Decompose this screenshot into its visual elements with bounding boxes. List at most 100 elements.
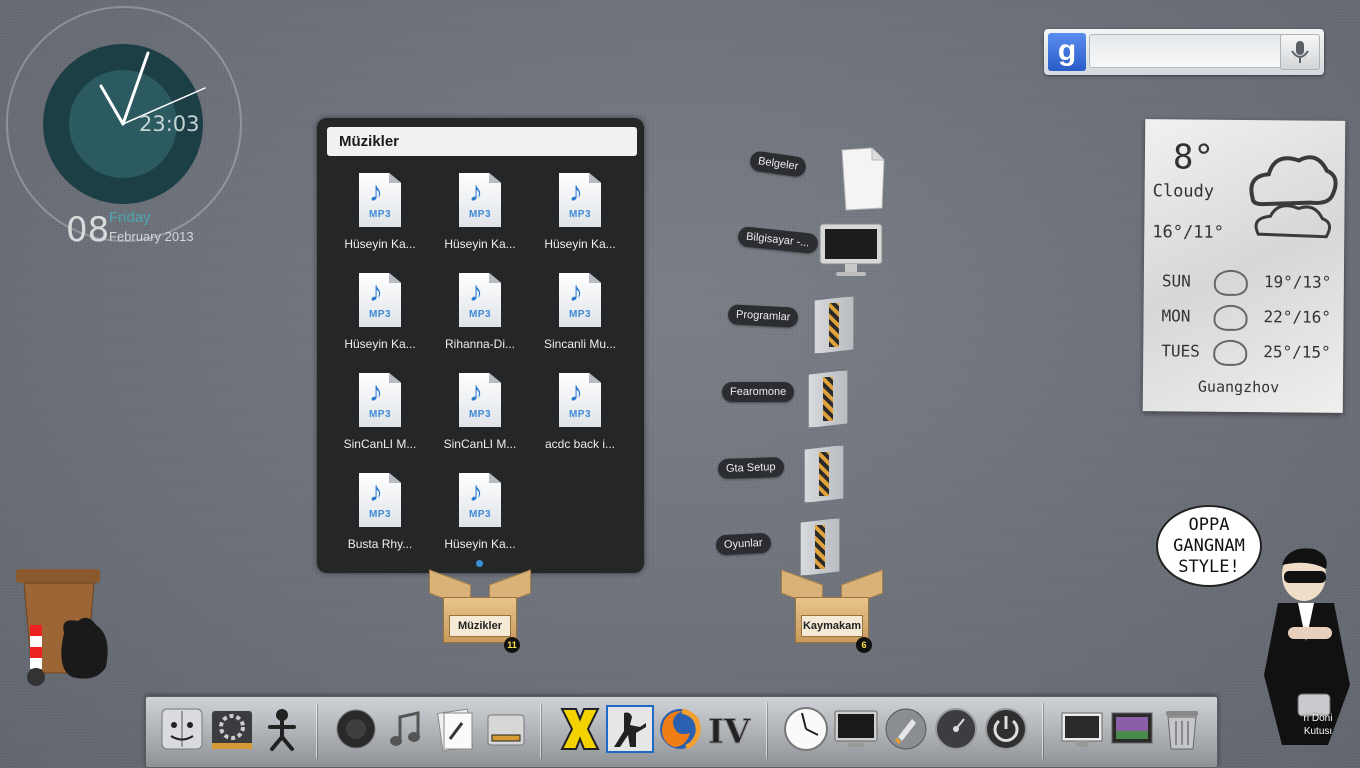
fan-item-bilgisayar[interactable]: Bilgisayar -...	[737, 218, 888, 278]
file-name: acdc back i...	[544, 437, 616, 451]
dashboard-icon[interactable]	[932, 705, 980, 753]
stickman-icon[interactable]	[258, 705, 306, 753]
folder-icon	[808, 370, 848, 428]
fan-item-label: Oyunlar	[715, 532, 772, 556]
mp3-file-icon: ♪ MP3	[459, 473, 501, 527]
mp3-file[interactable]: ♪ MP3 SinCanLI M...	[432, 373, 528, 461]
mp3-file-icon: ♪ MP3	[459, 173, 501, 227]
system-preferences-icon[interactable]	[208, 705, 256, 753]
microphone-button[interactable]	[1280, 34, 1320, 70]
file-name: SinCanLI M...	[343, 437, 417, 451]
search-input[interactable]	[1089, 34, 1287, 68]
cloud-icon	[1249, 155, 1338, 239]
dock: IV	[145, 696, 1218, 768]
trash-bin-icon[interactable]	[12, 563, 112, 688]
file-name: Hüseyin Ka...	[344, 337, 416, 351]
mp3-file[interactable]: ♪ MP3 SinCanLI M...	[332, 373, 428, 461]
page-indicator-dot[interactable]	[476, 560, 483, 567]
document-icon	[838, 146, 886, 217]
google-logo-icon[interactable]: g	[1048, 33, 1086, 71]
power-icon[interactable]	[982, 705, 1030, 753]
item-count-badge: 6	[856, 637, 872, 653]
display-icon[interactable]	[832, 705, 880, 753]
forecast-row: SUN 19°/13°	[1162, 269, 1337, 297]
fan-item-belgeler[interactable]: Belgeler	[748, 146, 890, 211]
fan-item-label: Programlar	[727, 304, 799, 328]
quicktime-icon[interactable]	[332, 705, 380, 753]
file-name: Hüseyin Ka...	[444, 537, 516, 551]
clock-day-number: 08	[66, 210, 110, 250]
mp3-file-icon: ♪ MP3	[359, 173, 401, 227]
stack-title: Müzikler	[327, 127, 637, 156]
mp3-file-icon: ♪ MP3	[359, 473, 401, 527]
trash-icon[interactable]	[1158, 705, 1206, 753]
clock-widget: 23:03 08 Friday February 2013	[6, 6, 242, 250]
mp3-file-icon: ♪ MP3	[559, 273, 601, 327]
mp3-file[interactable]: ♪ MP3 Rihanna-Di...	[432, 273, 528, 361]
gta-iv-icon[interactable]: IV	[706, 705, 754, 753]
mp3-file[interactable]: ♪ MP3 Hüseyin Ka...	[332, 173, 428, 261]
clock-icon[interactable]	[782, 705, 830, 753]
mp3-file[interactable]: ♪ MP3 Sincanli Mu...	[532, 273, 628, 361]
clock-month-year: February 2013	[109, 229, 194, 244]
fan-item-gta-setup[interactable]: Gta Setup	[717, 445, 858, 505]
microphone-icon	[1291, 41, 1309, 63]
recycle-bin-icon[interactable]: ri Döni Kutusı	[1284, 690, 1344, 740]
file-name: Rihanna-Di...	[444, 337, 516, 351]
cloud-icon	[1213, 269, 1248, 297]
google-search-gadget: g	[1044, 29, 1324, 75]
fan-item-programlar[interactable]: Programlar	[727, 296, 868, 356]
forecast-row: TUES 25°/15°	[1161, 339, 1336, 367]
folder-icon	[804, 445, 844, 503]
muzikler-stack-popup: Müzikler ♪ MP3 Hüseyin Ka... ♪ MP3 Hüseyin…	[317, 118, 644, 573]
forecast-day: SUN	[1161, 271, 1191, 291]
fan-item-fearomone[interactable]: Fearomone	[722, 370, 862, 430]
forecast-day: MON	[1161, 306, 1191, 326]
file-name: SinCanLI M...	[443, 437, 517, 451]
mp3-file[interactable]: ♪ MP3 Hüseyin Ka...	[532, 173, 628, 261]
item-count-badge: 11	[504, 637, 520, 653]
mp3-file[interactable]: ♪ MP3 acdc back i...	[532, 373, 628, 461]
dock-separator	[766, 703, 767, 759]
fan-item-oyunlar[interactable]: Oyunlar	[715, 518, 856, 578]
file-name: Hüseyin Ka...	[544, 237, 616, 251]
mp3-file[interactable]: ♪ MP3 Busta Rhy...	[332, 473, 428, 561]
mp3-file-icon: ♪ MP3	[459, 373, 501, 427]
fan-item-label: Fearomone	[722, 382, 795, 402]
preview-icon[interactable]	[432, 705, 480, 753]
mp3-file-icon: ♪ MP3	[359, 273, 401, 327]
forecast-row: MON 22°/16°	[1161, 304, 1337, 332]
speech-bubble: OPPA GANGNAM STYLE!	[1156, 505, 1262, 587]
launchpad-icon[interactable]	[882, 705, 930, 753]
cloud-icon	[1213, 339, 1248, 367]
clock-weekday: Friday	[109, 209, 151, 226]
mp3-file[interactable]: ♪ MP3 Hüseyin Ka...	[332, 273, 428, 361]
file-name: Hüseyin Ka...	[444, 237, 516, 251]
xfire-icon[interactable]	[556, 705, 604, 753]
desktop-icon[interactable]	[1058, 705, 1106, 753]
forecast-range: 25°/15°	[1263, 342, 1331, 362]
dock-separator	[1042, 703, 1043, 759]
monitor-icon	[818, 220, 884, 285]
counter-strike-icon[interactable]	[606, 705, 654, 753]
finder-icon[interactable]	[158, 705, 206, 753]
disk-utility-icon[interactable]	[482, 705, 530, 753]
firefox-icon[interactable]	[656, 705, 704, 753]
dock-separator	[316, 703, 317, 759]
high-low-temperature: 16°/11°	[1152, 222, 1225, 243]
box-label: Kaymakam	[801, 615, 863, 637]
itunes-icon[interactable]	[382, 705, 430, 753]
kaymakam-stack-box[interactable]: Kaymakam 6	[777, 569, 885, 653]
dock-separator	[540, 703, 541, 759]
forecast-day: TUES	[1161, 341, 1200, 361]
photo-icon[interactable]	[1108, 705, 1156, 753]
clock-digital-time: 23:03	[139, 112, 200, 136]
mp3-file[interactable]: ♪ MP3 Hüseyin Ka...	[432, 173, 528, 261]
mp3-file-icon: ♪ MP3	[459, 273, 501, 327]
mp3-file[interactable]: ♪ MP3 Hüseyin Ka...	[432, 473, 528, 561]
muzikler-stack-box[interactable]: Müzikler 11	[425, 569, 533, 653]
weather-condition: Cloudy	[1152, 181, 1215, 202]
weather-widget: 8° Cloudy 16°/11° SUN 19°/13° MON 22°/16…	[1142, 119, 1346, 413]
svg-text:IV: IV	[708, 712, 751, 752]
mp3-file-icon: ♪ MP3	[359, 373, 401, 427]
